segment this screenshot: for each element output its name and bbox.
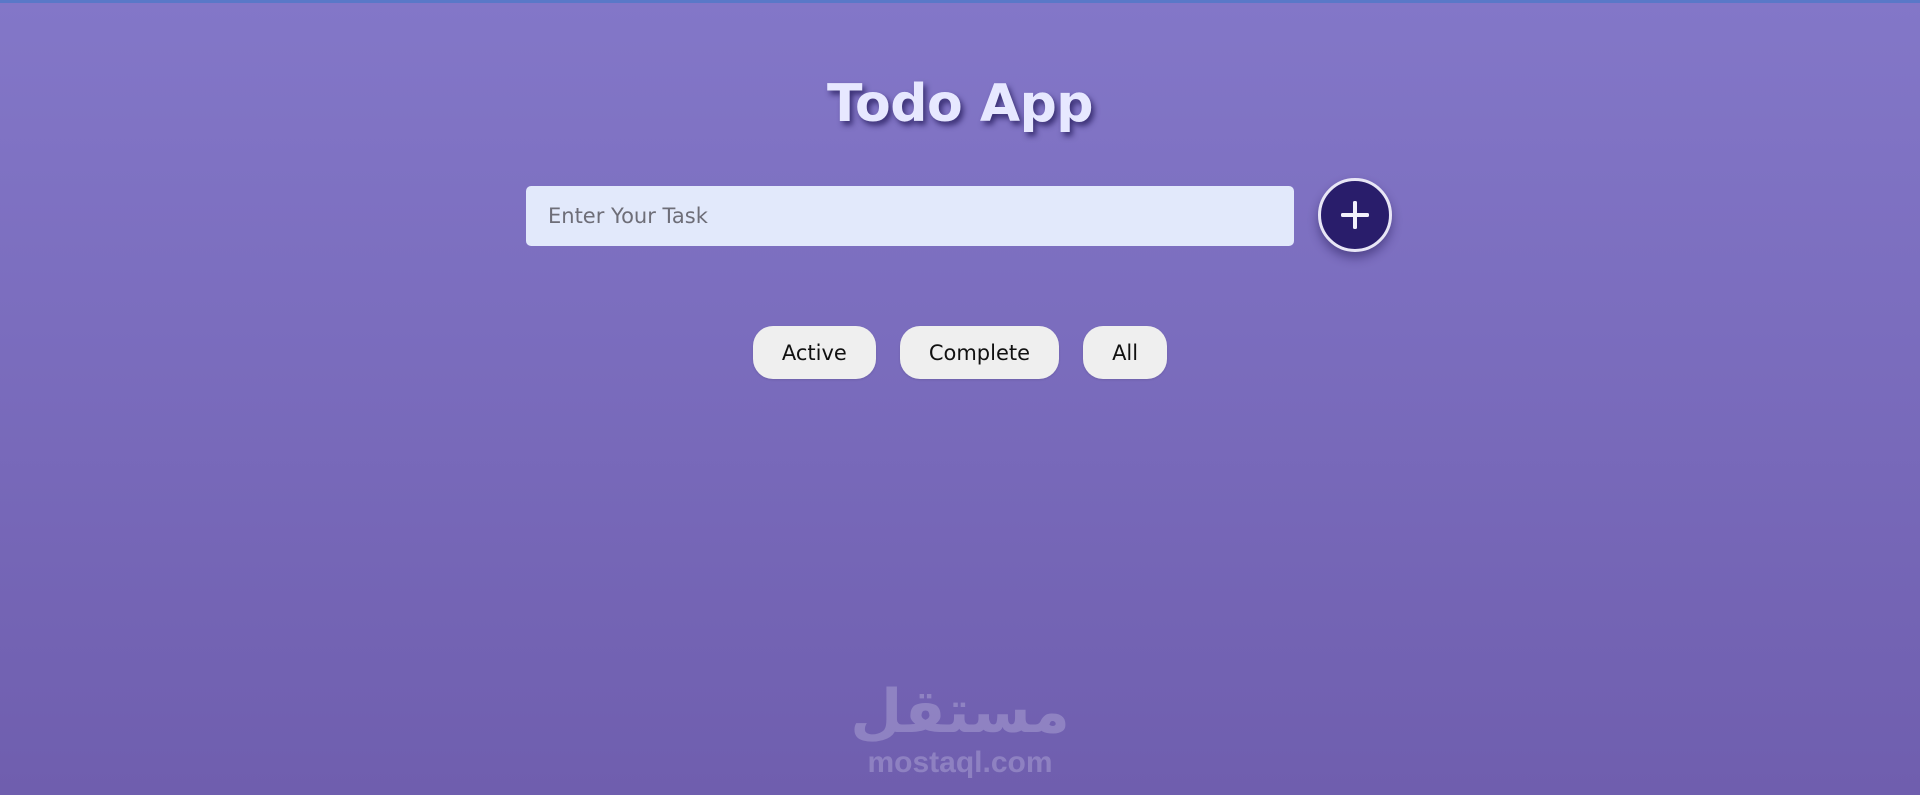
watermark: مستقل mostaql.com [848,678,1072,780]
watermark-arabic: مستقل [850,677,1070,747]
task-input[interactable] [526,186,1294,246]
filter-active-button[interactable]: Active [752,326,876,379]
page-title: Todo App [826,74,1094,134]
top-border [0,0,1920,3]
plus-icon [1341,201,1369,229]
filter-all-button[interactable]: All [1083,326,1168,379]
add-task-button[interactable] [1318,178,1392,252]
filter-complete-button[interactable]: Complete [899,326,1060,379]
watermark-latin: mostaql.com [867,746,1053,779]
filter-bar: Active Complete All [0,326,1920,379]
